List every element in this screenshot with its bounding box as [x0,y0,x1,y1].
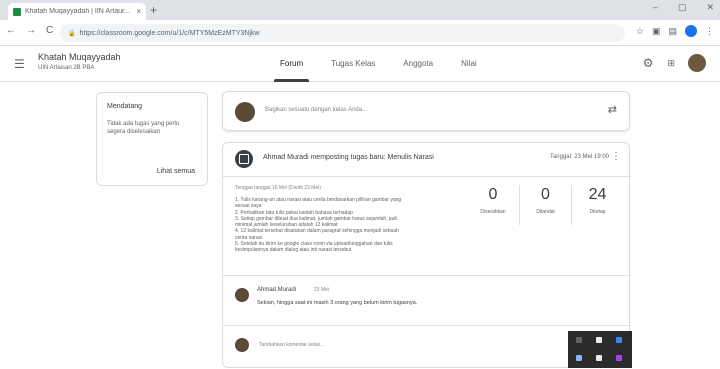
tab-anggota[interactable]: Anggota [389,46,447,82]
reload-icon[interactable]: C [46,25,53,36]
system-tray-popup [568,331,632,368]
assignment-icon [235,150,253,168]
user-avatar [235,338,249,352]
minimize-icon[interactable]: – [653,2,658,13]
address-bar[interactable]: 🔒 https://classroom.google.com/u/1/c/MTY… [60,24,625,42]
post-body: Tenggat tanggal 16 Mei (Diedit 23 Mei) 1… [223,176,631,276]
course-tabs: Forum Tugas Kelas Anggota Nilai [266,46,491,82]
account-avatar[interactable] [688,54,706,72]
classroom-header: ☰ Khatah Muqayyadah UIN Artaisan 2B PBA … [0,46,720,82]
browser-menu-icon[interactable]: ⋮ [705,26,714,37]
stat-label: Diserahkan [480,209,506,215]
extension-icon[interactable]: ▣ [652,26,661,37]
post-header[interactable]: Ahmad Muradi memposting tugas baru: Menu… [223,143,631,175]
assignment-description: 1. Tulis karang-an atau narasi atau ceri… [235,197,475,254]
upcoming-card: Mendatang Tidak ada tugas yang perlu seg… [96,92,208,186]
commenter-avatar [235,288,249,302]
add-comment-input[interactable]: Tambahkan komentar kelas... [259,342,324,348]
stat-submitted[interactable]: 0 Diserahkan [467,185,519,225]
extensions-area: ☆ ▣ ▤ ⋮ [636,25,714,37]
upcoming-title: Mendatang [107,103,143,110]
classroom-favicon-icon [13,7,21,16]
course-subtitle: UIN Artaisan 2B PBA [38,65,95,71]
stat-marked[interactable]: 0 Ditandai [519,185,571,225]
url-text: https://classroom.google.com/u/1/c/MTY5M… [79,29,260,37]
menu-icon[interactable]: ☰ [14,57,25,71]
tab-tugas-kelas[interactable]: Tugas Kelas [317,46,389,82]
tray-icon[interactable] [596,355,602,361]
post-date: Tanggal: 23 Mei 19:00 [549,154,609,160]
description-line: kesimpulannya dalam dialog atau inti nar… [235,247,352,254]
tab-forum[interactable]: Forum [266,46,317,82]
class-comment: Ahmad Muradi 23 Mei Sekian, hingga saat … [223,276,631,326]
browser-tab[interactable]: Khatah Muqayyadah | IIN Artaur... × [8,3,146,20]
close-window-icon[interactable]: ✕ [706,2,714,13]
stat-label: Ditetap [589,209,606,215]
comment-text: Sekian, hingga saat ini masih 3 orang ya… [257,300,418,306]
post-menu-icon[interactable]: ⋮ [611,151,621,162]
stat-assigned[interactable]: 24 Ditetap [571,185,623,225]
stat-value: 0 [541,186,550,203]
tray-icon[interactable] [596,337,602,343]
new-tab-button[interactable]: + [150,3,157,17]
maximize-icon[interactable]: ▢ [678,2,687,13]
tab-nilai[interactable]: Nilai [447,46,491,82]
stat-label: Ditandai [536,209,555,215]
back-icon[interactable]: ← [6,25,16,36]
view-all-link[interactable]: Lihat semua [157,168,195,175]
apps-grid-icon[interactable]: ⊞ [667,58,674,69]
comment-date: 23 Mei [314,287,330,293]
profile-icon[interactable] [685,25,697,37]
tray-icon[interactable] [576,355,582,361]
stat-value: 24 [588,186,607,203]
extension-icon-2[interactable]: ▤ [668,26,677,37]
repost-icon[interactable]: ⇄ [608,103,617,116]
browser-toolbar: ← → C 🔒 https://classroom.google.com/u/1… [0,20,720,46]
settings-gear-icon[interactable]: ⚙ [643,56,654,70]
post-title[interactable]: Ahmad Muradi memposting tugas baru: Menu… [263,154,434,161]
share-box[interactable]: Bagikan sesuatu dengan kelas Anda... ⇄ [222,91,630,131]
user-avatar [235,102,255,122]
tray-icon[interactable] [616,337,622,343]
window-controls: – ▢ ✕ [653,2,714,13]
comment-author: Ahmad Muradi [257,287,297,293]
submission-stats: 0 Diserahkan 0 Ditandai 24 Ditetap [467,185,623,225]
share-placeholder[interactable]: Bagikan sesuatu dengan kelas Anda... [265,107,367,113]
tray-icon[interactable] [576,337,582,343]
tab-close-icon[interactable]: × [136,7,141,16]
forward-icon[interactable]: → [26,25,36,36]
tray-icon[interactable] [616,355,622,361]
lock-icon: 🔒 [68,30,76,37]
upcoming-message: Tidak ada tugas yang perlu segera disele… [107,121,180,135]
course-title[interactable]: Khatah Muqayyadah [38,52,121,62]
browser-tab-bar: Khatah Muqayyadah | IIN Artaur... × + – … [0,0,720,20]
browser-tab-title: Khatah Muqayyadah | IIN Artaur... [25,8,130,15]
bookmark-star-icon[interactable]: ☆ [636,26,644,37]
due-date: Tenggat tanggal 16 Mei (Diedit 23 Mei) [235,185,321,191]
stat-value: 0 [488,186,498,203]
